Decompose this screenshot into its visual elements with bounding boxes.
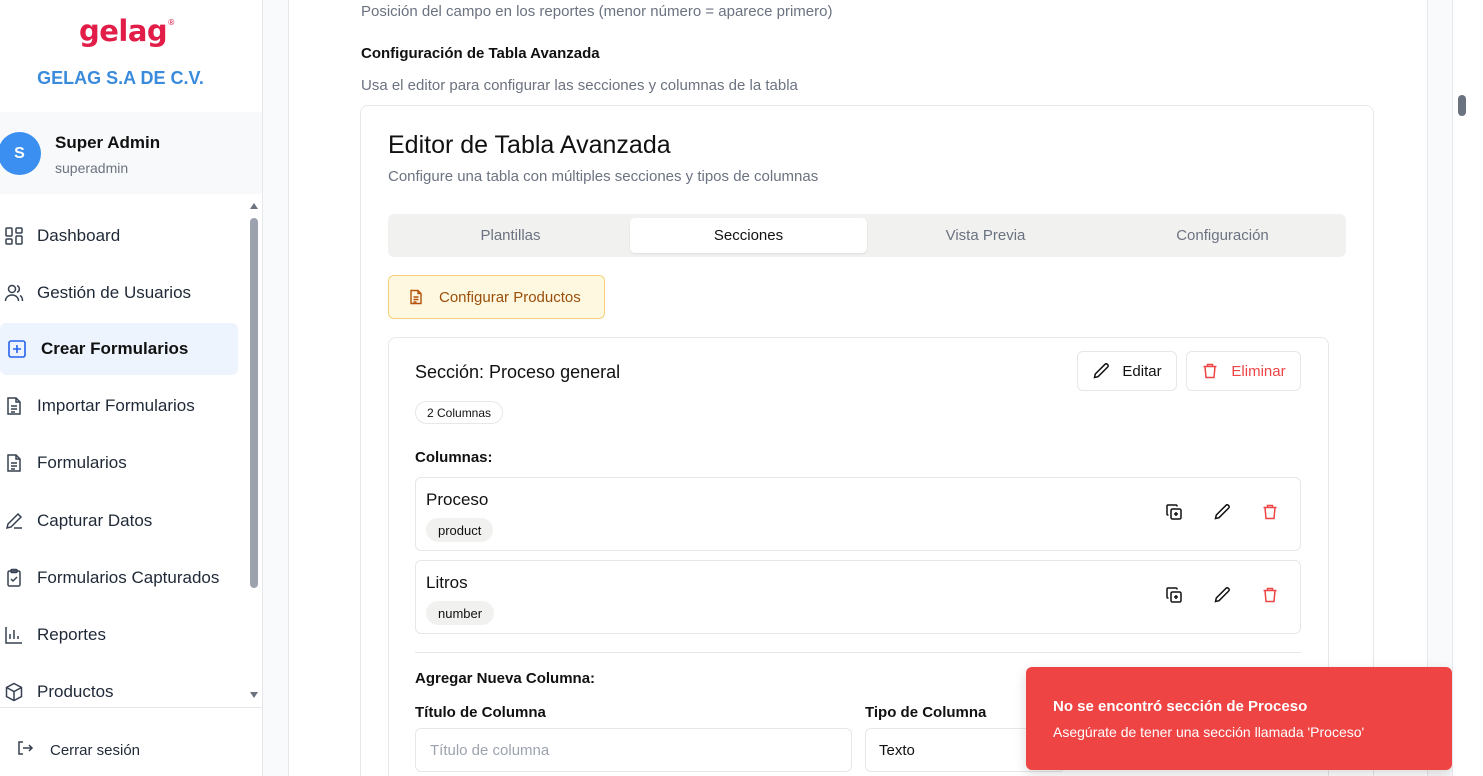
page-scrollbar[interactable] [1452,0,1483,776]
column-type-label: Tipo de Columna [865,704,987,721]
configure-products-button[interactable]: Configurar Productos [388,275,605,319]
pencil-icon [1213,586,1231,609]
tab-preview[interactable]: Vista Previa [867,218,1104,253]
editor-tabs: Plantillas Secciones Vista Previa Config… [388,214,1346,257]
column-type-badge: number [426,601,495,625]
user-name: Super Admin [55,133,161,152]
brand-logo[interactable]: gelag® [79,14,175,48]
pencil-icon [1213,503,1231,526]
column-type-badge: product [426,518,494,542]
editor-subtitle: Configure una tabla con múltiples seccio… [388,168,819,185]
delete-column-button[interactable] [1260,504,1280,524]
users-icon [4,283,24,303]
avatar: S [0,132,41,175]
sidebar-item-label: Crear Formularios [41,339,189,358]
tab-sections[interactable]: Secciones [630,218,867,253]
sidebar-item-capture-data[interactable]: Capturar Datos [0,495,238,547]
sidebar-item-create-forms[interactable]: Crear Formularios [0,323,238,375]
logout-icon [16,739,34,761]
tab-configuration[interactable]: Configuración [1104,218,1341,253]
trash-icon [1201,362,1219,380]
bar-chart-icon [4,625,24,645]
column-count-badge: 2 Columnas [415,401,504,424]
sidebar-item-captured-forms[interactable]: Formularios Capturados [0,552,238,604]
copy-icon [1165,586,1183,609]
position-hint: Posición del campo en los reportes (meno… [361,3,833,20]
sidebar-item-label: Capturar Datos [37,511,153,530]
pencil-icon [1092,362,1110,380]
sidebar-item-label: Importar Formularios [37,396,195,415]
sidebar-item-forms[interactable]: Formularios [0,437,238,489]
trash-icon [1261,503,1279,526]
edit-section-button[interactable]: Editar [1077,351,1177,391]
sidebar-scrollbar[interactable] [247,200,261,705]
delete-label: Eliminar [1231,362,1286,380]
add-column-label: Agregar Nueva Columna: [415,670,596,687]
package-icon [4,682,24,702]
file-icon [4,453,24,473]
column-name: Proceso [426,490,489,509]
tab-templates[interactable]: Plantillas [392,218,629,253]
file-icon [4,396,24,416]
logout-area: Cerrar sesión [0,707,262,776]
editor-title: Editor de Tabla Avanzada [388,131,671,159]
column-name: Litros [426,573,468,592]
column-title-label: Título de Columna [415,704,546,721]
logout-label: Cerrar sesión [50,741,141,759]
clipboard-check-icon [4,568,24,588]
grid-icon [4,226,24,246]
advanced-table-hint: Usa el editor para configurar las seccio… [361,77,798,94]
copy-icon [1165,503,1183,526]
sidebar-item-label: Formularios Capturados [37,568,220,587]
divider [415,652,1301,653]
page-scroll-thumb[interactable] [1458,95,1466,116]
company-name: GELAG S.A DE C.V. [37,68,204,88]
delete-column-button[interactable] [1260,587,1280,607]
sidebar-scroll-thumb[interactable] [250,218,258,588]
edit-label: Editar [1122,362,1162,380]
toast-title: No se encontró sección de Proceso [1053,698,1308,715]
edit-column-button[interactable] [1212,503,1232,526]
trash-icon [1261,586,1279,609]
duplicate-column-button[interactable] [1164,586,1184,609]
sidebar-item-label: Gestión de Usuarios [37,283,192,302]
column-title-input[interactable] [415,728,852,772]
sidebar-item-import-forms[interactable]: Importar Formularios [0,380,238,432]
sidebar: gelag® GELAG S.A DE C.V. S Super Admin s… [0,0,263,776]
section-title: Sección: Proceso general [415,362,621,382]
user-card: S Super Admin superadmin [0,112,262,194]
user-username: superadmin [55,160,129,176]
plus-square-icon [7,339,27,359]
sidebar-item-users[interactable]: Gestión de Usuarios [0,267,238,319]
error-toast[interactable]: No se encontró sección de Proceso Asegúr… [1026,667,1452,770]
toast-message: Asegúrate de tener una sección llamada '… [1053,724,1365,740]
logout-button[interactable]: Cerrar sesión [16,739,140,761]
sidebar-item-label: Dashboard [37,226,121,245]
sidebar-item-reports[interactable]: Reportes [0,609,238,661]
scroll-up-arrow-icon[interactable] [250,203,258,209]
edit-column-button[interactable] [1212,586,1232,609]
configure-products-label: Configurar Productos [439,288,581,306]
column-row: Proceso product [415,477,1301,551]
sidebar-item-label: Reportes [37,625,106,644]
delete-section-button[interactable]: Eliminar [1186,351,1301,391]
columns-label: Columnas: [415,449,493,466]
file-spreadsheet-icon [408,289,424,305]
sidebar-item-dashboard[interactable]: Dashboard [0,210,238,262]
column-row: Litros number [415,560,1301,634]
sidebar-item-label: Formularios [37,453,127,472]
duplicate-column-button[interactable] [1164,503,1184,526]
pen-icon [4,511,24,531]
sidebar-item-label: Productos [37,682,114,701]
scroll-down-arrow-icon[interactable] [250,692,258,698]
advanced-table-label: Configuración de Tabla Avanzada [361,45,600,62]
